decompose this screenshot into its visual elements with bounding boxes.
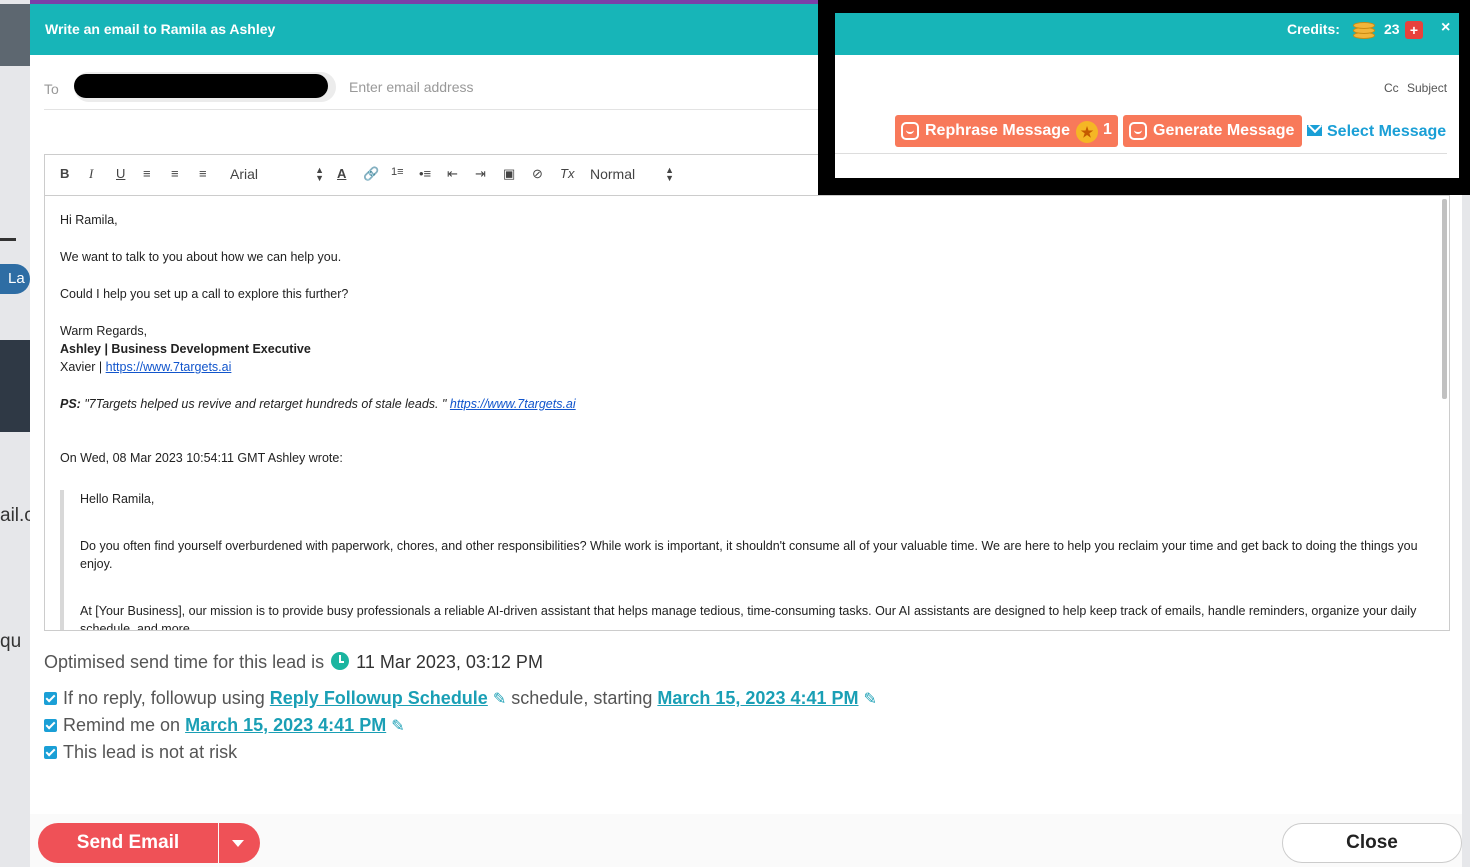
font-family-value: Arial xyxy=(230,166,259,182)
pencil-icon[interactable]: ✎ xyxy=(864,691,877,708)
recipient-redacted xyxy=(74,74,328,98)
bold-button[interactable]: B xyxy=(60,166,69,181)
background-block xyxy=(0,4,30,66)
credits-label: Credits: xyxy=(1287,21,1340,37)
optimised-send-time: Optimised send time for this lead is 11 … xyxy=(44,652,543,673)
select-message-label: Select Message xyxy=(1327,123,1447,140)
italic-button[interactable]: I xyxy=(89,166,93,182)
rephrase-message-button[interactable]: Rephrase Message ★ 1 xyxy=(895,115,1118,147)
ps-link[interactable]: https://www.7targets.ai xyxy=(450,397,576,411)
robot-icon xyxy=(1129,122,1147,140)
ps-text: "7Targets helped us revive and retarget … xyxy=(80,397,450,411)
font-family-select[interactable]: Arial ▲ ▼ xyxy=(230,165,324,183)
followup-schedule-link[interactable]: Reply Followup Schedule xyxy=(270,688,488,708)
followup-option: If no reply, followup using Reply Follow… xyxy=(44,688,877,709)
rephrase-cost: 1 xyxy=(1103,121,1112,138)
risk-label: This lead is not at risk xyxy=(63,742,238,762)
optimised-label: Optimised send time for this lead is xyxy=(44,652,325,672)
envelope-icon xyxy=(1307,125,1322,136)
followup-prefix: If no reply, followup using xyxy=(63,688,265,708)
credits-value: 23 xyxy=(1384,21,1400,37)
panel-divider xyxy=(835,153,1447,154)
bullet-list-icon[interactable]: •≡ xyxy=(419,166,431,181)
to-label: To xyxy=(44,81,59,97)
select-arrows-icon: ▲ ▼ xyxy=(315,165,324,183)
remove-format-icon[interactable]: ⊘ xyxy=(532,166,543,182)
background-page xyxy=(0,0,30,867)
clear-format-button[interactable]: Tx xyxy=(560,166,574,181)
ai-tools-highlight: Credits: 23 + × Cc Subject Rephrase Mess… xyxy=(818,0,1470,195)
risk-checkbox[interactable] xyxy=(44,746,57,759)
quote-paragraph: At [Your Business], our mission is to pr… xyxy=(80,604,1417,630)
credits-header: Credits: 23 + × xyxy=(835,13,1459,55)
background-text: ail.c xyxy=(0,505,30,526)
followup-date-link[interactable]: March 15, 2023 4:41 PM xyxy=(657,688,858,708)
remind-option: Remind me on March 15, 2023 4:41 PM ✎ xyxy=(44,715,405,736)
generate-message-button[interactable]: Generate Message xyxy=(1123,115,1302,147)
underline-button[interactable]: U xyxy=(116,166,125,181)
close-icon[interactable]: × xyxy=(1441,19,1450,37)
email-body[interactable]: Hi Ramila, We want to talk to you about … xyxy=(45,197,1441,630)
risk-option: This lead is not at risk xyxy=(44,742,237,763)
modal-footer: Send Email Close xyxy=(30,814,1462,867)
remind-date-link[interactable]: March 15, 2023 4:41 PM xyxy=(185,715,386,735)
followup-middle: schedule, starting xyxy=(511,688,653,708)
coins-icon xyxy=(1353,18,1377,42)
close-button[interactable]: Close xyxy=(1282,823,1462,863)
subject-link[interactable]: Subject xyxy=(1407,81,1447,95)
email-line: Could I help you set up a call to explor… xyxy=(60,287,349,301)
background-text: qu xyxy=(0,631,22,652)
signature-link[interactable]: https://www.7targets.ai xyxy=(106,360,232,374)
rephrase-label: Rephrase Message xyxy=(925,122,1070,139)
quote-greeting: Hello Ramila, xyxy=(80,492,155,506)
robot-icon xyxy=(901,122,919,140)
remind-prefix: Remind me on xyxy=(63,715,181,735)
followup-checkbox[interactable] xyxy=(44,692,57,705)
quote-paragraph: Do you often find yourself overburdened … xyxy=(80,539,1418,571)
text-size-value: Normal xyxy=(590,166,636,182)
outdent-icon[interactable]: ⇤ xyxy=(447,166,458,182)
signature-company: Xavier | xyxy=(60,360,106,374)
optimised-datetime: 11 Mar 2023, 03:12 PM xyxy=(356,652,543,672)
send-options-dropdown[interactable] xyxy=(219,823,260,863)
clock-icon xyxy=(331,652,350,670)
email-line: We want to talk to you about how we can … xyxy=(60,250,342,264)
signature-name: Ashley | Business Development Executive xyxy=(60,342,311,356)
add-credits-button[interactable]: + xyxy=(1405,21,1423,39)
send-email-button[interactable]: Send Email xyxy=(38,823,218,863)
email-greeting: Hi Ramila, xyxy=(60,213,118,227)
quoted-message: Hello Ramila, Do you often find yourself… xyxy=(60,490,1426,630)
select-arrows-icon: ▲ ▼ xyxy=(665,165,674,183)
link-icon[interactable]: 🔗 xyxy=(363,166,379,182)
indent-icon[interactable]: ⇥ xyxy=(475,166,486,182)
signature-company-line: Xavier | https://www.7targets.ai xyxy=(60,358,1426,376)
ordered-list-icon[interactable]: 1≡ xyxy=(391,166,404,178)
strike-icon[interactable]: ≡ xyxy=(143,166,151,181)
background-pill: La xyxy=(0,264,30,294)
text-color-icon[interactable]: A xyxy=(337,166,346,181)
text-size-select[interactable]: Normal ▲ ▼ xyxy=(590,165,674,183)
image-icon[interactable]: ▣ xyxy=(503,166,515,182)
select-message-link[interactable]: Select Message xyxy=(1307,123,1446,141)
background-divider xyxy=(0,238,16,241)
ai-tools-panel: Credits: 23 + × Cc Subject Rephrase Mess… xyxy=(835,13,1459,178)
email-regards: Warm Regards, xyxy=(60,324,148,338)
align-justify-icon[interactable]: ≡ xyxy=(199,166,207,181)
align-right-icon[interactable]: ≡ xyxy=(171,166,179,181)
ps-label: PS: xyxy=(60,397,81,411)
modal-title: Write an email to Ramila as Ashley xyxy=(45,21,276,37)
cc-link[interactable]: Cc xyxy=(1384,81,1399,95)
star-coin-icon: ★ xyxy=(1076,121,1098,143)
pencil-icon[interactable]: ✎ xyxy=(493,691,506,708)
ps-line: PS: "7Targets helped us revive and retar… xyxy=(60,395,1426,413)
background-block xyxy=(0,340,30,432)
to-email-input[interactable] xyxy=(349,79,749,95)
quote-header: On Wed, 08 Mar 2023 10:54:11 GMT Ashley … xyxy=(60,451,343,465)
email-editor: B I U ≡ ≡ ≡ Arial ▲ ▼ A 🔗 1≡ •≡ ⇤ ⇥ ▣ ⊘ T… xyxy=(44,154,1450,631)
pencil-icon[interactable]: ✎ xyxy=(391,718,404,735)
editor-scrollbar[interactable] xyxy=(1442,199,1447,399)
generate-label: Generate Message xyxy=(1153,122,1295,139)
remind-checkbox[interactable] xyxy=(44,719,57,732)
